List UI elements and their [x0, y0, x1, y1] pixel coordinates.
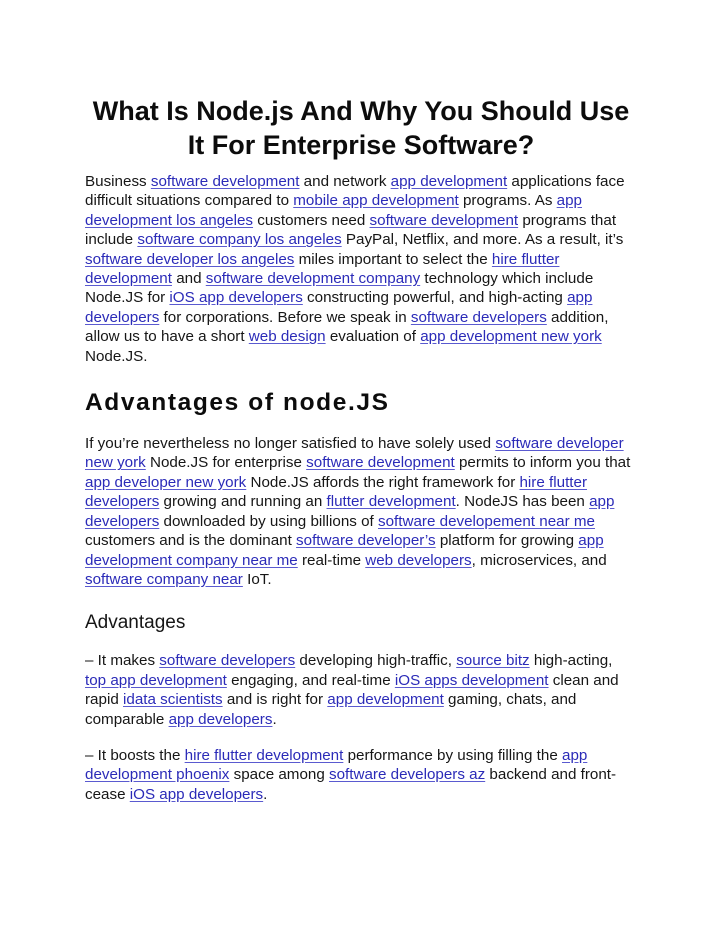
- inline-link[interactable]: software developers: [159, 652, 295, 669]
- text-run: PayPal, Netflix, and more. As a result, …: [341, 231, 624, 249]
- inline-link[interactable]: software development company: [206, 270, 420, 287]
- inline-link[interactable]: idata scientists: [123, 691, 223, 708]
- advantage-paragraph-2: – It boosts the hire flutter development…: [85, 746, 637, 804]
- text-run: real-time: [297, 551, 366, 569]
- text-run: for corporations. Before we speak in: [159, 308, 411, 326]
- inline-link[interactable]: software developer los angeles: [85, 251, 294, 268]
- inline-link[interactable]: app development: [327, 691, 444, 708]
- inline-link[interactable]: software development: [306, 454, 455, 471]
- advantage-paragraph-1: – It makes software developers developin…: [85, 651, 637, 729]
- inline-link[interactable]: iOS app developers: [130, 786, 263, 803]
- intro-paragraph: Business software development and networ…: [85, 172, 637, 366]
- text-run: miles important to select the: [294, 250, 492, 268]
- text-run: evaluation of: [325, 328, 421, 346]
- text-run: – It boosts the: [85, 746, 185, 764]
- text-run: growing and running an: [159, 493, 327, 511]
- text-run: high-acting,: [529, 652, 613, 670]
- document-page: What Is Node.js And Why You Should Use I…: [85, 94, 637, 804]
- inline-link[interactable]: mobile app development: [293, 192, 458, 209]
- text-run: If you’re nevertheless no longer satisfi…: [85, 435, 496, 453]
- inline-link[interactable]: iOS app developers: [169, 289, 302, 306]
- text-run: , microservices, and: [471, 551, 607, 569]
- inline-link[interactable]: iOS apps development: [395, 672, 549, 689]
- inline-link[interactable]: flutter development: [327, 493, 456, 510]
- inline-link[interactable]: source bitz: [456, 652, 529, 669]
- inline-link[interactable]: software development: [151, 173, 300, 190]
- text-run: Business: [85, 173, 151, 190]
- inline-link[interactable]: app development: [391, 173, 508, 190]
- text-run: .: [263, 785, 268, 803]
- section-heading: Advantages of node.JS: [85, 389, 390, 417]
- text-run: customers and is the dominant: [85, 532, 297, 550]
- inline-link[interactable]: top app development: [85, 672, 227, 689]
- inline-link[interactable]: web design: [249, 328, 326, 345]
- text-run: platform for growing: [435, 532, 579, 550]
- inline-link[interactable]: hire flutter development: [185, 747, 344, 764]
- text-run: and: [171, 270, 206, 288]
- inline-link[interactable]: software company los angeles: [137, 231, 341, 248]
- text-run: and is right for: [222, 691, 328, 709]
- text-run: and network: [299, 173, 391, 190]
- text-run: performance by using filling the: [343, 746, 562, 764]
- text-run: programs. As: [458, 192, 557, 210]
- text-run: Node.JS.: [85, 347, 148, 365]
- text-run: Node.JS for enterprise: [145, 454, 307, 472]
- inline-link[interactable]: web developers: [365, 552, 471, 569]
- text-run: constructing powerful, and high-acting: [302, 289, 568, 307]
- text-run: IoT.: [242, 570, 272, 588]
- text-run: Node.JS affords the right framework for: [246, 473, 520, 491]
- inline-link[interactable]: software development: [370, 212, 519, 229]
- inline-link[interactable]: software developers az: [329, 766, 485, 783]
- text-run: .: [272, 710, 277, 728]
- text-run: engaging, and real-time: [226, 671, 395, 689]
- text-run: space among: [229, 766, 330, 784]
- inline-link[interactable]: software developers: [411, 309, 547, 326]
- subheading: Advantages: [85, 612, 186, 634]
- page-title: What Is Node.js And Why You Should Use I…: [92, 96, 630, 160]
- text-run: developing high-traffic,: [295, 652, 457, 670]
- inline-link[interactable]: app development new york: [420, 328, 602, 345]
- inline-link[interactable]: software developement near me: [378, 513, 595, 530]
- inline-link[interactable]: app developers: [169, 711, 273, 728]
- text-run: . NodeJS has been: [455, 493, 590, 511]
- section-paragraph: If you’re nevertheless no longer satisfi…: [85, 434, 637, 589]
- text-run: – It makes: [85, 652, 160, 670]
- inline-link[interactable]: app developer new york: [85, 474, 246, 491]
- text-run: permits to inform you that: [454, 454, 631, 472]
- inline-link[interactable]: software company near: [85, 571, 243, 588]
- inline-link[interactable]: software developer’s: [296, 532, 436, 549]
- text-run: customers need: [253, 211, 370, 229]
- text-run: downloaded by using billions of: [159, 512, 378, 530]
